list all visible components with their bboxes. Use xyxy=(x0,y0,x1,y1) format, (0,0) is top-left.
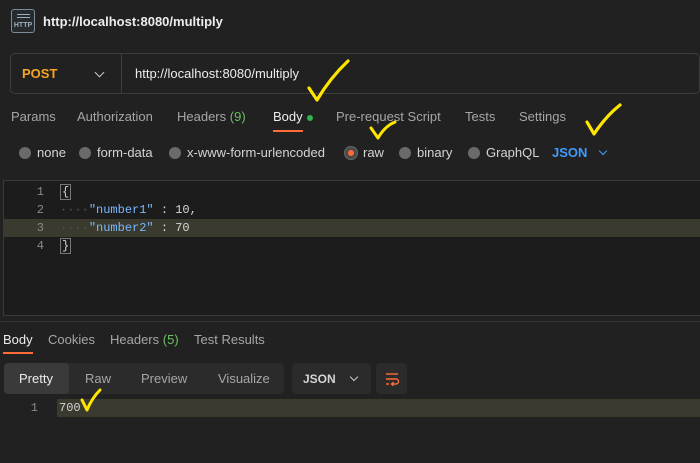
radio-button[interactable] xyxy=(79,146,91,159)
chevron-down-icon xyxy=(599,146,608,156)
response-tab-headers[interactable]: Headers (5) xyxy=(110,332,179,347)
http-file-icon: HTTP xyxy=(11,9,35,33)
request-url-bar: POST http://localhost:8080/multiply xyxy=(10,53,700,94)
radio-x-www-form-urlencoded[interactable]: x-www-form-urlencoded xyxy=(169,145,325,160)
response-tabs: Body Cookies Headers (5) Test Results xyxy=(0,331,700,355)
response-tab-body[interactable]: Body xyxy=(3,332,33,347)
radio-graphql[interactable]: GraphQL xyxy=(468,145,539,160)
body-format-select[interactable]: JSON xyxy=(552,145,608,160)
tab-headers[interactable]: Headers (9) xyxy=(177,109,246,124)
tab-settings[interactable]: Settings xyxy=(519,109,566,124)
editor-line: 4 } xyxy=(36,238,72,254)
json-value-number2: : 70 xyxy=(153,221,190,235)
view-mode-preview[interactable]: Preview xyxy=(141,371,187,386)
view-mode-group: Pretty Raw Preview Visualize xyxy=(4,363,284,394)
response-body-line: 1 700 xyxy=(0,399,700,417)
method-select[interactable]: POST xyxy=(11,54,122,93)
view-mode-raw[interactable]: Raw xyxy=(85,371,111,386)
active-tab-indicator xyxy=(273,130,303,132)
tab-pre-request-script[interactable]: Pre-request Script xyxy=(336,109,441,124)
body-status-dot xyxy=(306,114,313,121)
wrap-lines-icon xyxy=(385,372,399,386)
wrap-lines-button[interactable] xyxy=(376,363,407,394)
method-label: POST xyxy=(22,66,58,81)
radio-none[interactable]: none xyxy=(19,145,66,160)
close-brace: } xyxy=(60,238,72,254)
radio-form-data[interactable]: form-data xyxy=(79,145,153,160)
radio-button[interactable] xyxy=(399,146,411,159)
radio-button[interactable] xyxy=(19,146,31,159)
json-key-number1: "number1" xyxy=(88,203,154,217)
response-value: 700 xyxy=(59,401,81,415)
request-body-editor[interactable]: 1 { 2 ····"number1" : 10, 3 ····"number2… xyxy=(3,180,700,316)
tab-tests[interactable]: Tests xyxy=(465,109,495,124)
response-headers-count: (5) xyxy=(162,332,179,347)
editor-line: 1 { xyxy=(36,184,72,200)
tab-authorization[interactable]: Authorization xyxy=(77,109,153,124)
response-format-select[interactable]: JSON xyxy=(292,363,371,394)
active-response-tab-indicator xyxy=(3,352,33,354)
editor-line-current: 3 ····"number2" : 70 xyxy=(4,219,700,237)
view-mode-pretty[interactable]: Pretty xyxy=(19,371,53,386)
radio-button[interactable] xyxy=(468,146,480,159)
body-type-options: none form-data x-www-form-urlencoded raw… xyxy=(0,143,700,163)
response-tab-test-results[interactable]: Test Results xyxy=(194,332,265,347)
view-mode-visualize[interactable]: Visualize xyxy=(218,371,270,386)
chevron-down-icon xyxy=(349,372,358,382)
tab-params[interactable]: Params xyxy=(11,109,56,124)
radio-raw[interactable]: raw xyxy=(345,145,384,160)
title-bar: HTTP http://localhost:8080/multiply xyxy=(0,0,700,42)
pane-divider[interactable] xyxy=(0,321,700,322)
editor-line: 2 ····"number1" : 10, xyxy=(36,203,197,217)
json-value-number1: : 10, xyxy=(153,203,197,217)
tab-body[interactable]: Body xyxy=(273,109,313,124)
radio-button[interactable] xyxy=(169,146,181,159)
headers-count: (9) xyxy=(229,109,246,124)
window-title: http://localhost:8080/multiply xyxy=(43,13,223,29)
request-tabs: Params Authorization Headers (9) Body Pr… xyxy=(0,104,700,132)
chevron-down-icon xyxy=(94,67,105,78)
response-line-highlight xyxy=(57,399,700,417)
radio-binary[interactable]: binary xyxy=(399,145,452,160)
open-brace: { xyxy=(60,184,72,200)
json-key-number2: "number2" xyxy=(88,221,154,235)
url-input[interactable]: http://localhost:8080/multiply xyxy=(122,66,299,81)
response-tab-cookies[interactable]: Cookies xyxy=(48,332,95,347)
radio-button-selected[interactable] xyxy=(345,146,357,159)
